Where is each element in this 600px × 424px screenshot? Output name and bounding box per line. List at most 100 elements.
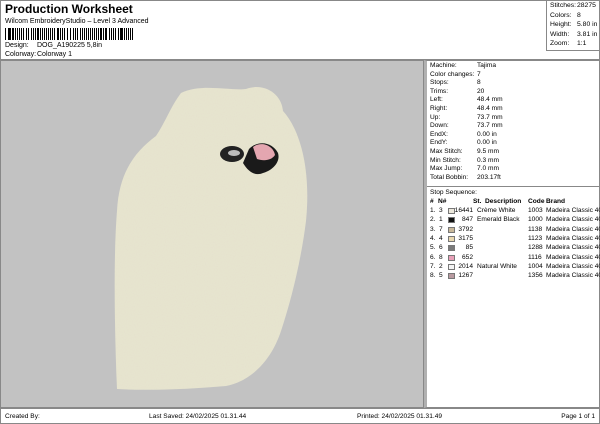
detail-row: Up: 73.7 mm bbox=[430, 113, 503, 121]
barcode-bar bbox=[83, 28, 86, 40]
barcode-bar bbox=[5, 28, 6, 40]
dog-embroidery-image bbox=[114, 87, 308, 390]
color-swatch bbox=[448, 273, 455, 280]
barcode-bar bbox=[59, 28, 61, 40]
barcode-bar bbox=[93, 28, 95, 40]
barcode-bar bbox=[97, 28, 99, 40]
last-saved: Last Saved: 24/02/2025 01.31.44 bbox=[149, 413, 247, 420]
barcode-bar bbox=[45, 28, 47, 40]
barcode-bar bbox=[119, 28, 121, 40]
barcode-bar bbox=[42, 28, 44, 40]
stop-sequence: Stop Sequence: # N# St. Description Code… bbox=[427, 186, 600, 280]
barcode-bar bbox=[11, 28, 13, 40]
barcode-bar bbox=[14, 28, 17, 40]
barcode-bar bbox=[113, 28, 114, 40]
barcode-bar bbox=[121, 28, 123, 40]
color-swatch bbox=[448, 263, 455, 270]
barcode-bar bbox=[37, 28, 39, 40]
footer: Created By: Last Saved: 24/02/2025 01.31… bbox=[0, 408, 600, 424]
page-number: Page 1 of 1 bbox=[561, 413, 595, 420]
barcode-bar bbox=[18, 28, 20, 40]
stat-row: Zoom: 1:1 bbox=[550, 40, 587, 48]
barcode-bar bbox=[28, 28, 30, 40]
stat-row: Height: 5.80 in bbox=[550, 21, 598, 29]
color-swatch bbox=[448, 235, 455, 242]
barcode-bar bbox=[7, 28, 9, 40]
barcode-bar bbox=[72, 28, 74, 40]
software-name: Wilcom EmbroideryStudio – Level 3 Advanc… bbox=[5, 18, 149, 25]
barcode-bar bbox=[102, 28, 105, 40]
created-by: Created By: bbox=[5, 413, 40, 420]
stop-sequence-row: 2. 1 847 Emerald Black 1000 Madeira Classic 4… bbox=[430, 216, 600, 224]
details-panel: Machine: Tajima Color changes: 7 Stops: 8 Trim… bbox=[424, 60, 600, 408]
detail-row: Max Jump: 7.0 mm bbox=[430, 165, 499, 173]
barcode-bar bbox=[20, 28, 22, 40]
detail-row: Left: 48.4 mm bbox=[430, 96, 503, 104]
design-preview bbox=[0, 60, 424, 408]
barcode-bar bbox=[31, 28, 33, 40]
detail-row: EndY: 0.00 in bbox=[430, 139, 497, 147]
barcode-bar bbox=[13, 28, 14, 40]
barcode-bar bbox=[92, 28, 93, 40]
stop-sequence-header: # N# St. Description Code Brand bbox=[430, 198, 566, 205]
barcode-bar bbox=[118, 28, 119, 40]
barcode-bar bbox=[123, 28, 125, 40]
colorway: Colorway: Colorway 1 bbox=[5, 51, 73, 58]
stop-sequence-row: 4. 4 3175 1123 Madeira Classic 40 bbox=[430, 234, 600, 242]
detail-row: Down: 73.7 mm bbox=[430, 122, 503, 130]
barcode-bar bbox=[108, 28, 110, 40]
barcode-bar bbox=[114, 28, 117, 40]
barcode-bar bbox=[61, 28, 63, 40]
barcode-bar bbox=[58, 28, 59, 40]
barcode-bar bbox=[25, 28, 28, 40]
barcode-bar bbox=[96, 28, 97, 40]
page-title: Production Worksheet bbox=[5, 2, 133, 16]
barcode-bar bbox=[48, 28, 49, 40]
barcode-bar bbox=[77, 28, 78, 40]
barcode-bar bbox=[87, 28, 89, 40]
stats-box: Stitches: 28275 Colors: 8 Height: 5.80 in Widt… bbox=[546, 1, 600, 51]
stop-sequence-row: 5. 6 85 1288 Madeira Classic 40 bbox=[430, 244, 600, 252]
worksheet-header: Production Worksheet Wilcom EmbroiderySt… bbox=[0, 0, 600, 60]
barcode-bar bbox=[79, 28, 82, 40]
barcode bbox=[5, 28, 133, 40]
barcode-bar bbox=[99, 28, 101, 40]
barcode-bar bbox=[56, 28, 58, 40]
barcode-bar bbox=[17, 28, 18, 40]
detail-row: EndX: 0.00 in bbox=[430, 130, 497, 138]
stop-sequence-row: 3. 7 3792 1138 Madeira Classic 40 bbox=[430, 225, 600, 233]
barcode-bar bbox=[51, 28, 53, 40]
barcode-bar bbox=[129, 28, 131, 40]
barcode-bar bbox=[126, 28, 127, 40]
barcode-bar bbox=[34, 28, 36, 40]
color-swatch bbox=[448, 226, 455, 233]
barcode-bar bbox=[82, 28, 83, 40]
detail-row: Trims: 20 bbox=[430, 87, 485, 95]
detail-row: Min Stitch: 0.3 mm bbox=[430, 156, 499, 164]
barcode-bar bbox=[64, 28, 65, 40]
barcode-bar bbox=[110, 28, 113, 40]
stop-sequence-row: 8. 5 1267 1356 Madeira Classic 40 bbox=[430, 272, 600, 280]
barcode-bar bbox=[23, 28, 24, 40]
detail-row: Stops: 8 bbox=[430, 79, 481, 87]
color-swatch bbox=[448, 254, 455, 261]
stat-row: Stitches: 28275 bbox=[550, 2, 596, 9]
barcode-bar bbox=[69, 28, 71, 40]
barcode-bar bbox=[86, 28, 87, 40]
barcode-bar bbox=[127, 28, 129, 40]
detail-row: Total Bobbin: 203.17ft bbox=[430, 173, 501, 181]
barcode-bar bbox=[33, 28, 34, 40]
barcode-bar bbox=[75, 28, 77, 40]
stat-row: Colors: 8 bbox=[550, 11, 581, 19]
barcode-bar bbox=[44, 28, 45, 40]
barcode-bar bbox=[66, 28, 68, 40]
detail-row: Right: 48.4 mm bbox=[430, 105, 503, 112]
barcode-bar bbox=[49, 28, 51, 40]
printed-date: Printed: 24/02/2025 01.31.49 bbox=[357, 413, 443, 420]
barcode-bar bbox=[39, 28, 41, 40]
detail-row: Machine: Tajima bbox=[430, 62, 497, 69]
color-swatch bbox=[448, 245, 455, 252]
barcode-bar bbox=[105, 28, 107, 40]
detail-row: Max Stitch: 9.5 mm bbox=[430, 148, 499, 155]
stop-sequence-row: 6. 8 652 1116 Madeira Classic 40 bbox=[430, 253, 600, 261]
